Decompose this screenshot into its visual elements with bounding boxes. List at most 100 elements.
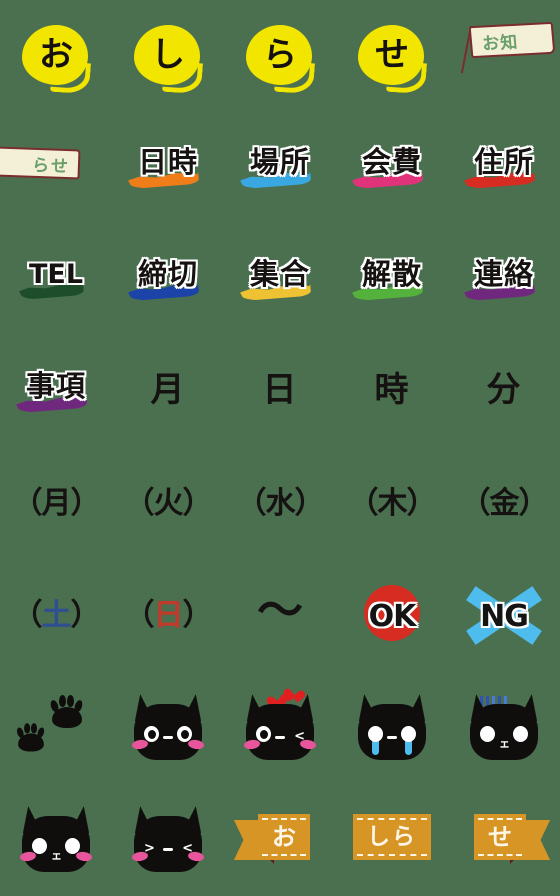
- sticker-word-shugo[interactable]: 集合: [232, 232, 328, 328]
- cat-eye-left: [144, 726, 159, 742]
- sticker-cell[interactable]: お: [0, 0, 112, 112]
- sticker-cell[interactable]: 日時: [112, 112, 224, 224]
- sticker-ribbon-o[interactable]: お: [232, 792, 328, 888]
- sticker-word-shimekiri[interactable]: 締切: [120, 232, 216, 328]
- sticker-cat-smile[interactable]: > <: [120, 792, 216, 888]
- sticker-day-mon[interactable]: （月）: [8, 456, 104, 552]
- sticker-cell[interactable]: 月: [112, 336, 224, 448]
- sticker-cell[interactable]: （金）: [448, 448, 560, 560]
- yellow-speech-blob: せ: [356, 23, 428, 95]
- sticker-cell[interactable]: 連絡: [448, 224, 560, 336]
- sticker-cell[interactable]: 解散: [336, 224, 448, 336]
- sticker-cell[interactable]: （木）: [336, 448, 448, 560]
- sticker-cell[interactable]: [336, 672, 448, 784]
- sticker-cell[interactable]: しら: [336, 784, 448, 896]
- sticker-ribbon-se[interactable]: せ: [456, 792, 552, 888]
- sticker-tilde[interactable]: 〜: [232, 568, 328, 664]
- sticker-word-tel[interactable]: TEL: [8, 232, 104, 328]
- sticker-cell[interactable]: 時: [336, 336, 448, 448]
- word-label: 連絡: [473, 256, 534, 291]
- sticker-badge-ng[interactable]: NG: [456, 568, 552, 664]
- sticker-word-getsu[interactable]: 月: [120, 344, 216, 440]
- sticker-flag-rase[interactable]: らせ: [0, 120, 104, 216]
- sticker-cell[interactable]: 事項: [0, 336, 112, 448]
- sticker-cell[interactable]: > <: [112, 784, 224, 896]
- sticker-bubble-shi[interactable]: し: [120, 8, 216, 104]
- sticker-cell[interactable]: [112, 672, 224, 784]
- sticker-cell[interactable]: （火）: [112, 448, 224, 560]
- sticker-word-renraku[interactable]: 連絡: [456, 232, 552, 328]
- sticker-cell[interactable]: [0, 672, 112, 784]
- plain-word: 月: [147, 373, 190, 411]
- sticker-cell[interactable]: 場所: [224, 112, 336, 224]
- paren-close: ）: [70, 598, 101, 633]
- sticker-cell[interactable]: 締切: [112, 224, 224, 336]
- ribbon-label: お: [272, 823, 296, 851]
- sticker-word-nichiji[interactable]: 日時: [120, 120, 216, 216]
- sticker-cell[interactable]: 集合: [224, 224, 336, 336]
- sticker-cell[interactable]: ェ: [0, 784, 112, 896]
- sticker-cell[interactable]: お知: [448, 0, 560, 112]
- word-label: 会費: [361, 144, 422, 179]
- sticker-cell[interactable]: NG: [448, 560, 560, 672]
- sticker-cell[interactable]: <: [224, 672, 336, 784]
- sticker-day-tue[interactable]: （火）: [120, 456, 216, 552]
- sticker-cell[interactable]: 分: [448, 336, 560, 448]
- sticker-word-nichi[interactable]: 日: [232, 344, 328, 440]
- ribbon-banner: お: [232, 812, 328, 868]
- sticker-badge-ok[interactable]: OK: [344, 568, 440, 664]
- sticker-cell[interactable]: せ: [336, 0, 448, 112]
- sticker-bubble-o[interactable]: お: [8, 8, 104, 104]
- sticker-cat-cry[interactable]: [344, 680, 440, 776]
- sticker-cell[interactable]: し: [112, 0, 224, 112]
- paren-open: （: [124, 598, 155, 633]
- sticker-day-thu[interactable]: （木）: [344, 456, 440, 552]
- sticker-day-fri[interactable]: （金）: [456, 456, 552, 552]
- blob-kana-label: ら: [263, 35, 297, 75]
- sticker-cell[interactable]: ら: [224, 0, 336, 112]
- sticker-paw-prints[interactable]: [8, 680, 104, 776]
- sticker-cell[interactable]: 日: [224, 336, 336, 448]
- sticker-cell[interactable]: らせ: [0, 112, 112, 224]
- cat-eye-left: [368, 726, 383, 742]
- sticker-word-jusho[interactable]: 住所: [456, 120, 552, 216]
- sticker-cat-normal[interactable]: [120, 680, 216, 776]
- sticker-bubble-ra[interactable]: ら: [232, 8, 328, 104]
- sticker-cell[interactable]: （土）: [0, 560, 112, 672]
- cat-pupil: [180, 730, 189, 739]
- sticker-cell[interactable]: （水）: [224, 448, 336, 560]
- sticker-cell[interactable]: （月）: [0, 448, 112, 560]
- weekday-paren: （日）: [124, 598, 213, 633]
- sticker-cell[interactable]: 住所: [448, 112, 560, 224]
- weekday-label: 金: [489, 486, 520, 521]
- sticker-cell[interactable]: OK: [336, 560, 448, 672]
- paren-close: ）: [182, 486, 213, 521]
- sticker-cell[interactable]: 会費: [336, 112, 448, 224]
- sticker-cat-gloom[interactable]: ェ: [456, 680, 552, 776]
- sticker-cat-love[interactable]: <: [232, 680, 328, 776]
- sticker-day-sat[interactable]: （土）: [8, 568, 104, 664]
- sticker-word-basho[interactable]: 場所: [232, 120, 328, 216]
- sticker-word-kaisan[interactable]: 解散: [344, 232, 440, 328]
- sticker-day-sun[interactable]: （日）: [120, 568, 216, 664]
- sticker-bubble-se[interactable]: せ: [344, 8, 440, 104]
- sticker-cat-plain[interactable]: ェ: [8, 792, 104, 888]
- sticker-word-kaihi[interactable]: 会費: [344, 120, 440, 216]
- sticker-word-jiko[interactable]: 事項: [8, 344, 104, 440]
- sticker-cell[interactable]: ェ: [448, 672, 560, 784]
- plain-word: 時: [371, 373, 414, 411]
- sticker-cell[interactable]: 〜: [224, 560, 336, 672]
- word-label: 住所: [473, 144, 534, 179]
- sticker-cell[interactable]: せ: [448, 784, 560, 896]
- sticker-word-ji[interactable]: 時: [344, 344, 440, 440]
- sticker-word-fun[interactable]: 分: [456, 344, 552, 440]
- ribbon-banner: せ: [456, 812, 552, 868]
- sticker-ribbon-shira[interactable]: しら: [344, 792, 440, 888]
- sticker-cell[interactable]: お: [224, 784, 336, 896]
- sticker-flag-oshira[interactable]: お知: [456, 8, 556, 104]
- cat-pupil: [259, 730, 268, 739]
- sticker-cell[interactable]: TEL: [0, 224, 112, 336]
- paren-open: （: [12, 486, 43, 521]
- sticker-day-wed[interactable]: （水）: [232, 456, 328, 552]
- sticker-cell[interactable]: （日）: [112, 560, 224, 672]
